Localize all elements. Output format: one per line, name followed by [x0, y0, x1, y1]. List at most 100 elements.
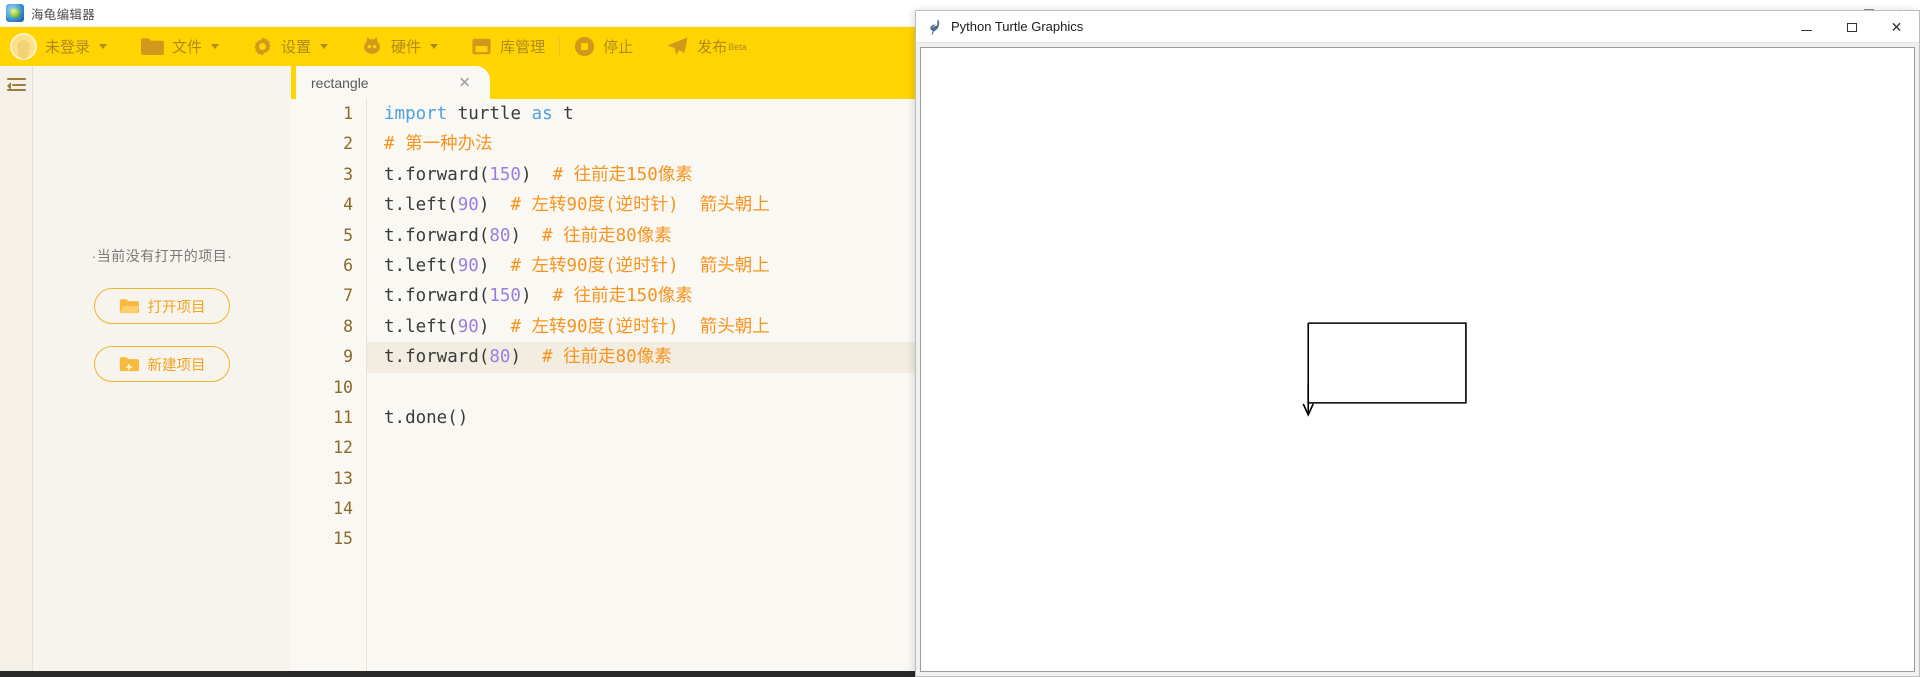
turtle-canvas[interactable] — [920, 47, 1915, 672]
chevron-down-icon — [211, 44, 220, 49]
line-number: 3 — [343, 164, 353, 184]
publish-label: 发布 — [697, 39, 728, 56]
toolbar-publish-button[interactable]: 发布 Beta — [666, 27, 747, 66]
publish-beta-badge: Beta — [728, 41, 747, 52]
turtle-window-title: Python Turtle Graphics — [951, 19, 1084, 34]
hardware-label: 硬件 — [391, 39, 422, 56]
inbox-icon — [471, 37, 492, 56]
close-icon[interactable]: ✕ — [1874, 11, 1919, 43]
line-number: 5 — [343, 225, 353, 245]
maximize-icon[interactable] — [1829, 11, 1874, 43]
arrow-down-icon — [1302, 384, 1314, 417]
line-number: 6 — [343, 255, 353, 275]
code-token: # 左转90度(逆时针) 箭头朝上 — [510, 195, 770, 216]
sidebar-rail — [0, 66, 33, 677]
code-token: 80 — [489, 347, 511, 368]
code-token: turtle — [457, 104, 532, 124]
code-token: 150 — [489, 164, 521, 185]
minimize-icon[interactable] — [1784, 11, 1829, 43]
line-number: 1 — [343, 104, 353, 123]
toolbar-account-menu[interactable]: 未登录 — [10, 27, 108, 66]
open-project-button[interactable]: 打开项目 — [94, 288, 230, 324]
toolbar-settings-menu[interactable]: 设置 — [252, 27, 329, 66]
code-token: t.left( — [384, 316, 458, 337]
code-token: 90 — [457, 316, 479, 337]
library-label: 库管理 — [500, 39, 546, 56]
line-number: 9 — [343, 347, 353, 367]
line-number: 12 — [333, 438, 353, 458]
toolbar-library-button[interactable]: 库管理 — [471, 27, 545, 66]
code-token: 80 — [489, 225, 511, 246]
code-token: ) — [520, 286, 553, 307]
chevron-down-icon — [430, 44, 439, 49]
account-label: 未登录 — [45, 39, 91, 56]
stop-label: 停止 — [603, 39, 634, 56]
line-number: 14 — [333, 499, 353, 519]
code-token: t.left( — [384, 255, 458, 276]
turtle-rectangle-path — [1307, 322, 1467, 404]
app-title: 海龟编辑器 — [31, 7, 96, 22]
line-number: 13 — [333, 468, 353, 488]
project-panel: ·当前没有打开的项目· 打开项目 新建项目 — [33, 66, 291, 677]
toolbar-file-menu[interactable]: 文件 — [140, 27, 220, 66]
line-number: 4 — [343, 195, 353, 215]
line-number: 8 — [343, 316, 353, 336]
python-feather-icon — [926, 18, 942, 36]
settings-label: 设置 — [281, 39, 312, 56]
line-number-gutter: 1 2 3 4 5 6 7 8 9 10 11 12 13 14 15 — [291, 99, 367, 677]
tab-rectangle[interactable]: rectangle ✕ — [296, 66, 490, 99]
chevron-down-icon — [320, 44, 329, 49]
close-icon[interactable]: ✕ — [458, 75, 471, 90]
code-token: # 左转90度(逆时针) 箭头朝上 — [510, 316, 770, 337]
file-label: 文件 — [172, 39, 203, 56]
folder-icon — [140, 37, 165, 56]
code-token: t.forward( — [384, 347, 490, 368]
code-token: # 往前走80像素 — [542, 225, 672, 246]
code-token: ) — [478, 316, 511, 337]
line-number: 11 — [333, 407, 353, 427]
collapse-sidebar-icon[interactable] — [6, 78, 26, 91]
python-turtle-graphics-window: Python Turtle Graphics ✕ — [915, 10, 1920, 677]
turtle-logo-icon — [6, 4, 24, 22]
open-project-label: 打开项目 — [147, 299, 206, 316]
code-token: ) — [510, 225, 543, 246]
code-token: ) — [510, 347, 543, 368]
toolbar-stop-button[interactable]: 停止 — [574, 27, 633, 66]
line-number: 7 — [343, 286, 353, 306]
turtle-titlebar: Python Turtle Graphics ✕ — [916, 11, 1919, 43]
code-token: t.left( — [384, 195, 458, 216]
new-project-label: 新建项目 — [147, 357, 206, 374]
new-project-button[interactable]: 新建项目 — [94, 346, 230, 382]
toolbar-hardware-menu[interactable]: 硬件 — [361, 27, 439, 66]
code-token: 90 — [457, 195, 479, 216]
turtle-window-controls: ✕ — [1784, 11, 1919, 43]
code-token: 150 — [489, 286, 521, 307]
chip-icon — [361, 36, 383, 57]
chevron-down-icon — [99, 44, 108, 49]
code-token: ) — [520, 164, 553, 185]
code-token: t — [563, 104, 574, 124]
code-token: t.forward( — [384, 164, 490, 185]
turtle-drawing — [1302, 322, 1467, 417]
tab-label: rectangle — [311, 74, 369, 91]
toolbar-divider — [454, 37, 455, 56]
code-token: as — [531, 104, 564, 124]
toolbar-divider — [649, 37, 650, 56]
toolbar-divider — [559, 37, 561, 56]
toolbar-divider — [123, 37, 124, 56]
gear-icon — [252, 36, 273, 57]
code-token: import — [384, 104, 458, 124]
code-token: t.done() — [384, 407, 469, 428]
code-token: # 往前走150像素 — [552, 286, 693, 307]
code-token: 90 — [457, 255, 479, 276]
code-token: ) — [478, 195, 511, 216]
avatar-icon — [10, 33, 37, 60]
folder-plus-icon — [119, 356, 139, 372]
toolbar-divider — [344, 37, 345, 56]
project-empty-text: ·当前没有打开的项目· — [91, 248, 233, 264]
toolbar-divider — [235, 37, 236, 56]
code-token: ) — [478, 255, 511, 276]
code-token: # 第一种办法 — [384, 134, 493, 155]
stop-circle-icon — [574, 36, 595, 57]
code-token: # 往前走150像素 — [552, 164, 693, 185]
